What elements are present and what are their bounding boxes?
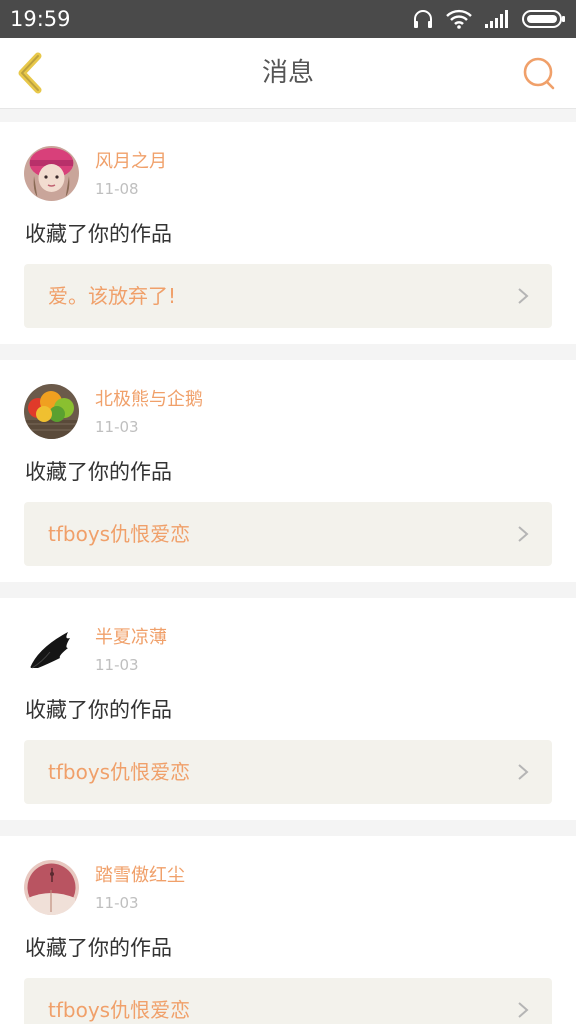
- action-text: 收藏了你的作品: [25, 222, 172, 246]
- username[interactable]: 半夏凉薄: [95, 626, 167, 650]
- headphones-icon: [412, 8, 434, 30]
- work-title: tfboys仇恨爱恋: [48, 998, 191, 1022]
- message-date: 11-03: [95, 656, 139, 674]
- message-card: 风月之月 11-08 收藏了你的作品 爱。该放弃了!: [0, 122, 576, 344]
- work-link[interactable]: tfboys仇恨爱恋: [24, 740, 552, 804]
- screen: 19:59 消息 风月之月 11-08 收藏了你的作品 爱。该放弃了! 北极熊与…: [0, 0, 576, 1024]
- username[interactable]: 北极熊与企鹅: [95, 388, 203, 412]
- work-title: tfboys仇恨爱恋: [48, 760, 191, 784]
- action-text: 收藏了你的作品: [25, 698, 172, 722]
- chevron-right-icon: [518, 288, 529, 304]
- status-icons: [412, 7, 566, 31]
- status-bar: 19:59: [0, 0, 576, 38]
- username[interactable]: 踏雪傲红尘: [95, 864, 185, 888]
- avatar[interactable]: [24, 384, 79, 439]
- chevron-right-icon: [518, 1002, 529, 1018]
- message-date: 11-03: [95, 894, 139, 912]
- avatar[interactable]: [24, 622, 79, 677]
- chevron-right-icon: [518, 764, 529, 780]
- chevron-right-icon: [518, 526, 529, 542]
- message-card: 半夏凉薄 11-03 收藏了你的作品 tfboys仇恨爱恋: [0, 598, 576, 820]
- work-link[interactable]: 爱。该放弃了!: [24, 264, 552, 328]
- action-text: 收藏了你的作品: [25, 936, 172, 960]
- page-title: 消息: [261, 58, 314, 88]
- message-date: 11-03: [95, 418, 139, 436]
- search-button[interactable]: [518, 52, 560, 94]
- work-link[interactable]: tfboys仇恨爱恋: [24, 502, 552, 566]
- header: 消息: [0, 38, 576, 109]
- avatar[interactable]: [24, 146, 79, 201]
- avatar[interactable]: [24, 860, 79, 915]
- username[interactable]: 风月之月: [95, 150, 167, 174]
- action-text: 收藏了你的作品: [25, 460, 172, 484]
- battery-icon: [522, 9, 566, 29]
- message-date: 11-08: [95, 180, 139, 198]
- message-card: 踏雪傲红尘 11-03 收藏了你的作品 tfboys仇恨爱恋: [0, 836, 576, 1024]
- work-title: 爱。该放弃了!: [48, 284, 177, 308]
- status-time: 19:59: [10, 7, 71, 31]
- message-card: 北极熊与企鹅 11-03 收藏了你的作品 tfboys仇恨爱恋: [0, 360, 576, 582]
- signal-icon: [484, 9, 510, 29]
- wifi-icon: [446, 9, 472, 29]
- search-icon: [523, 57, 555, 90]
- work-title: tfboys仇恨爱恋: [48, 522, 191, 546]
- work-link[interactable]: tfboys仇恨爱恋: [24, 978, 552, 1024]
